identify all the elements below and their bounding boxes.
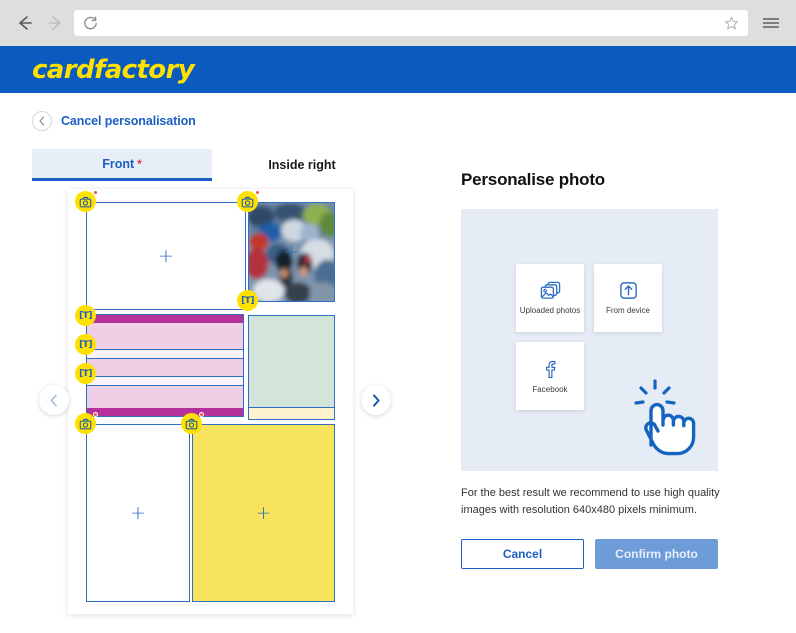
chevron-right-icon	[373, 393, 380, 407]
photo-zone-top-left[interactable]: +	[86, 202, 246, 310]
source-facebook-button[interactable]: Facebook	[516, 342, 584, 410]
tab-inside-right-label: Inside right	[268, 158, 336, 172]
text-zone-stripe-top	[87, 315, 243, 323]
tab-inside-right[interactable]: Inside right	[212, 149, 392, 181]
tab-front-required-marker: *	[137, 156, 142, 171]
preview-prev-button[interactable]	[39, 385, 69, 415]
panel-actions: Cancel Confirm photo	[461, 539, 771, 570]
alert-dot	[93, 190, 98, 195]
camera-icon	[79, 196, 92, 207]
browser-toolbar	[0, 0, 796, 46]
badge-text-3[interactable]: [T]	[75, 363, 96, 384]
source-from-device-label: From device	[605, 306, 650, 315]
badge-photo-top-left[interactable]	[75, 190, 98, 212]
photo-quality-hint: For the best result we recommend to use …	[461, 487, 720, 517]
upload-icon	[619, 282, 637, 299]
badge-text-2[interactable]: [T]	[75, 334, 96, 355]
browser-forward-button[interactable]	[40, 8, 70, 38]
page-content: Cancel personalisation Front * Inside rig…	[0, 93, 796, 633]
alert-dot	[255, 190, 260, 195]
hamburger-menu-icon	[763, 18, 779, 28]
camera-icon	[79, 418, 92, 429]
source-uploaded-photos-button[interactable]: Uploaded photos	[516, 264, 584, 332]
photo-zone-bottom-right[interactable]: +	[192, 424, 335, 602]
card-zones: + + + + [T] [T] [T] [T]	[75, 190, 335, 602]
text-badge-label: [T]	[79, 368, 92, 379]
badge-photo-top-right[interactable]	[237, 190, 260, 212]
star-icon[interactable]	[723, 15, 740, 32]
address-bar[interactable]	[74, 10, 748, 36]
camera-icon	[241, 196, 254, 207]
add-photo-plus-icon: +	[255, 502, 272, 524]
alert-dot	[199, 412, 204, 417]
badge-photo-bottom-right[interactable]	[181, 412, 204, 434]
arrow-left-icon	[19, 16, 32, 30]
panel-title: Personalise photo	[461, 170, 605, 189]
source-uploaded-photos-label: Uploaded photos	[519, 306, 581, 315]
text-line-2[interactable]	[87, 376, 243, 386]
alert-dot	[93, 412, 98, 417]
browser-menu-button[interactable]	[756, 8, 786, 38]
cancel-button[interactable]: Cancel	[461, 539, 584, 570]
preview-next-button[interactable]	[361, 385, 391, 415]
text-zone-stripe-bottom	[87, 408, 243, 416]
tab-front-label: Front	[102, 156, 135, 171]
photo-zone-top-right[interactable]: +	[248, 202, 335, 302]
source-facebook-label: Facebook	[532, 384, 568, 394]
add-photo-plus-icon: +	[283, 241, 300, 263]
photo-source-picker: Uploaded photos From device Facebook	[461, 209, 718, 471]
source-from-device-button[interactable]: From device	[594, 264, 662, 332]
content-zone-green-strip[interactable]	[248, 408, 335, 420]
text-badge-label: [T]	[79, 310, 92, 321]
cancel-personalisation-button[interactable]: Cancel personalisation	[32, 111, 196, 131]
cardfactory-logo[interactable]: cardfactory	[32, 55, 195, 85]
photos-stack-icon	[540, 281, 560, 299]
text-badge-label: [T]	[241, 295, 254, 306]
add-photo-plus-icon: +	[158, 245, 174, 267]
card-side-tabs: Front * Inside right	[32, 149, 392, 181]
arrow-right-icon	[48, 16, 61, 30]
content-zone-green[interactable]	[248, 315, 335, 408]
badge-photo-bottom-left[interactable]	[75, 412, 98, 434]
camera-icon	[185, 418, 198, 429]
cancel-personalisation-label: Cancel personalisation	[61, 114, 196, 128]
chevron-left-icon	[50, 394, 57, 406]
chevron-left-icon	[32, 111, 52, 131]
tab-front[interactable]: Front *	[32, 149, 212, 181]
reload-icon[interactable]	[82, 15, 99, 32]
photo-zone-bottom-left[interactable]: +	[86, 424, 190, 602]
facebook-icon	[546, 360, 556, 378]
badge-text-1[interactable]: [T]	[75, 305, 96, 326]
badge-text-right[interactable]: [T]	[237, 290, 258, 311]
browser-back-button[interactable]	[10, 8, 40, 38]
personalise-panel: Personalise photo Uploaded photos From d…	[461, 93, 771, 570]
card-canvas: + + + + [T] [T] [T] [T]	[68, 189, 353, 614]
text-zone-block[interactable]	[86, 314, 244, 417]
text-line-1[interactable]	[87, 349, 243, 359]
card-preview-area: + + + + [T] [T] [T] [T]	[22, 189, 394, 619]
add-photo-plus-icon: +	[130, 502, 146, 524]
text-badge-label: [T]	[79, 339, 92, 350]
click-hand-icon	[634, 379, 696, 456]
confirm-photo-button[interactable]: Confirm photo	[595, 539, 718, 570]
site-header: cardfactory	[0, 46, 796, 93]
